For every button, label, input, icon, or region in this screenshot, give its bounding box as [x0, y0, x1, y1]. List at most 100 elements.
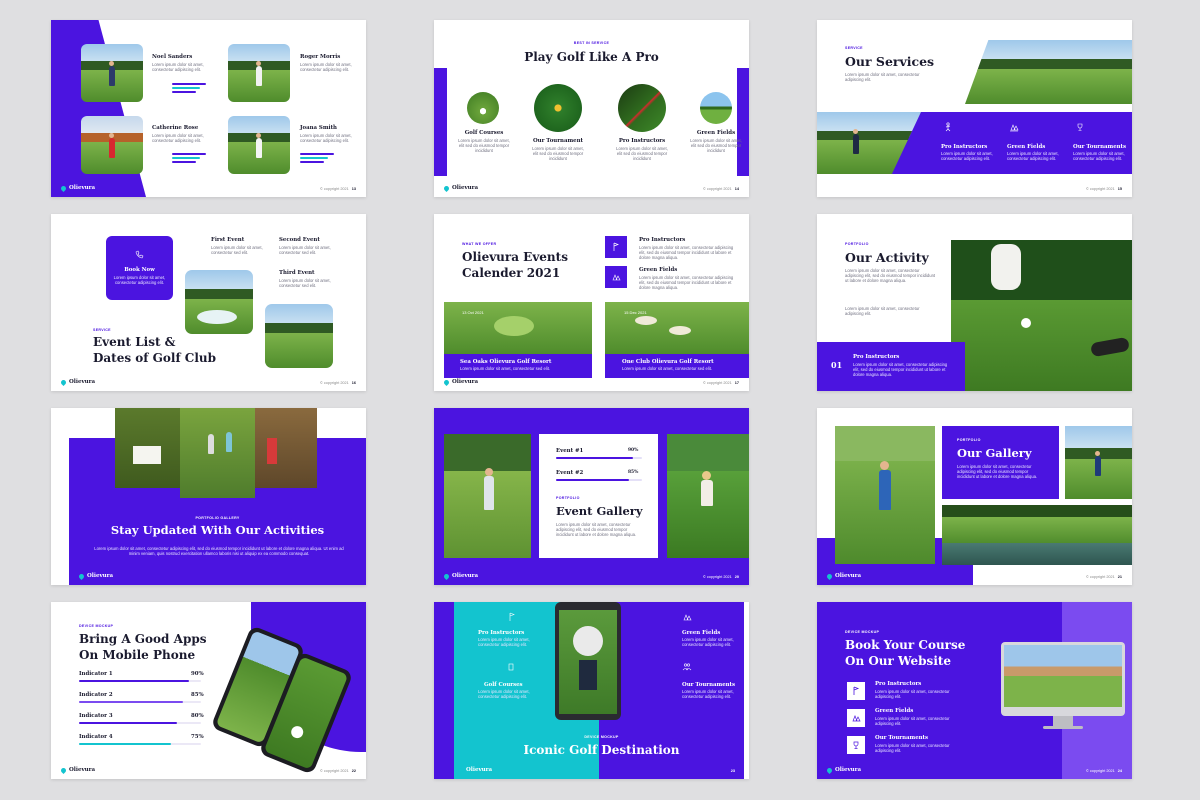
slide-title-line1: Olievura Events — [462, 250, 568, 264]
service-name: Pro Instructors — [941, 144, 988, 150]
progress-fill — [556, 479, 629, 481]
item-desc: Lorem ipsum dolor sit amet, elit sed do … — [616, 146, 668, 162]
slide-team[interactable]: Noel Sanders Lorem ipsum dolor sit amet,… — [51, 20, 366, 197]
photo-noel — [81, 44, 143, 102]
item-name: Green Fields — [682, 630, 721, 636]
item-desc: Lorem ipsum dolor sit amet, elit sed do … — [458, 138, 510, 154]
indicator-fill — [79, 722, 177, 724]
photo-fairway — [265, 304, 333, 368]
footer-copyright: © copyright 2021 15 — [1086, 187, 1122, 191]
skill-bar — [300, 157, 328, 159]
event-date: 13 Oct 2021 — [462, 310, 484, 315]
phone-icon — [133, 247, 147, 261]
slide-title-line2: Dates of Golf Club — [93, 351, 217, 365]
photo-catherine — [81, 116, 143, 174]
brand-logo: Olievura — [59, 378, 95, 386]
slide-book-course[interactable]: DEVICE MOCKUP Book Your Course On Our We… — [817, 602, 1132, 779]
indicator-name: Indicator 3 — [79, 713, 113, 719]
intro-text: Lorem ipsum dolor sit amet, consectetur … — [845, 72, 920, 83]
feature-name: Green Fields — [639, 267, 678, 273]
event-desc: Lorem ipsum dolor sit amet, consectetur … — [279, 245, 331, 256]
event-name: Second Event — [279, 237, 320, 243]
skill-bar — [172, 91, 196, 93]
indicator-fill — [79, 680, 189, 682]
event-date: 15 Dec 2021 — [624, 310, 647, 315]
section-label: PORTFOLIO — [957, 438, 981, 442]
photo-golf-club-ball — [951, 240, 1132, 391]
indicator-pct: 80% — [191, 713, 204, 719]
event-name: Third Event — [279, 270, 315, 276]
slide-title-line1: Book Your Course — [845, 638, 966, 652]
item-desc: Lorem ipsum dolor sit amet, elit sed do … — [690, 138, 742, 154]
slide-title-line2: On Our Website — [845, 654, 952, 668]
trees-icon — [680, 610, 694, 624]
slide-title-line1: Event List & — [93, 335, 176, 349]
book-now-desc: Lorem ipsum dolor sit amet, consectetur … — [113, 275, 166, 286]
trophy-icon — [1073, 120, 1087, 134]
section-label: DEVICE MOCKUP — [584, 735, 619, 739]
slide-title-line2: Calender 2021 — [462, 266, 561, 280]
photo-golfers — [180, 408, 255, 498]
skill-bar — [300, 161, 324, 163]
person-desc: Lorem ipsum dolor sit amet, consectetur … — [152, 62, 204, 73]
photo-course — [965, 40, 1132, 104]
skill-bar — [172, 87, 200, 89]
book-now-label: Book Now — [124, 267, 155, 273]
section-label: BEST IN SERVICE — [573, 41, 610, 45]
person-desc: Lorem ipsum dolor sit amet, consectetur … — [300, 62, 352, 73]
item-name: Pro Instructors — [853, 354, 900, 360]
footer-copyright: © copyright 2021 22 — [320, 769, 356, 773]
photo-putting — [444, 434, 531, 558]
slide-events-calendar[interactable]: WHAT WE OFFER Olievura Events Calender 2… — [434, 214, 749, 391]
photo-roger — [228, 44, 290, 102]
intro-text: Lorem ipsum dolor sit amet, consectetur … — [94, 546, 344, 557]
service-name: Green Fields — [1007, 144, 1046, 150]
slide-our-gallery[interactable]: PORTFOLIO Our Gallery Lorem ipsum dolor … — [817, 408, 1132, 585]
photo-instructors — [618, 84, 666, 132]
section-label: PORTFOLIO GALLERY — [195, 516, 240, 520]
slide-play-golf[interactable]: BEST IN SERVICE Play Golf Like A Pro Gol… — [434, 20, 749, 197]
intro-text: Lorem ipsum dolor sit amet, consectetur … — [556, 522, 637, 538]
slide-iconic-destination[interactable]: Pro Instructors Lorem ipsum dolor sit am… — [434, 602, 749, 779]
brand-logo: Olievura — [442, 378, 478, 386]
slide-mobile-apps[interactable]: DEVICE MOCKUP Bring A Good Apps On Mobil… — [51, 602, 366, 779]
golfer-icon — [609, 240, 623, 254]
person-desc: Lorem ipsum dolor sit amet, consectetur … — [152, 133, 204, 144]
intro-text: Lorem ipsum dolor sit amet, consectetur … — [845, 306, 920, 317]
skill-bar — [172, 157, 200, 159]
feature-desc: Lorem ipsum dolor sit amet, consectetur … — [639, 275, 734, 291]
slide-title-line2: On Mobile Phone — [79, 648, 196, 662]
footer-copyright: © copyright 2021 17 — [703, 381, 739, 385]
feature-name: Pro Instructors — [639, 237, 686, 243]
slide-title: Iconic Golf Destination — [523, 743, 680, 757]
intro-text: Lorem ipsum dolor sit amet, consectetur … — [845, 268, 936, 284]
section-label: DEVICE MOCKUP — [845, 630, 880, 634]
photo-golf-bags — [255, 408, 317, 488]
photo-course-pond — [185, 270, 253, 334]
slide-stay-updated[interactable]: PORTFOLIO GALLERY Stay Updated With Our … — [51, 408, 366, 585]
footer-copyright: © copyright 2021 21 — [1086, 575, 1122, 579]
trophy-icon — [849, 738, 863, 752]
event-desc: Lorem ipsum dolor sit amet, consectetur … — [279, 278, 331, 289]
photo-golf-cart — [115, 408, 180, 488]
slide-services[interactable]: SERVICE Our Services Lorem ipsum dolor s… — [817, 20, 1132, 197]
event-name: Event #2 — [556, 470, 584, 476]
feature-name: Our Tournaments — [875, 735, 929, 741]
event-card-desc: Lorem ipsum dolor sit amet, consectetur … — [460, 366, 551, 371]
event-pct: 90% — [628, 448, 639, 453]
section-label: PORTFOLIO — [845, 242, 869, 246]
slide-event-list[interactable]: Book Now Lorem ipsum dolor sit amet, con… — [51, 214, 366, 391]
brand-logo: Olievura — [456, 766, 492, 774]
slide-activity[interactable]: PORTFOLIO Our Activity Lorem ipsum dolor… — [817, 214, 1132, 391]
slide-event-gallery[interactable]: Event #1 90% Event #2 85% PORTFOLIO Even… — [434, 408, 749, 585]
section-label: WHAT WE OFFER — [462, 242, 497, 246]
item-desc: Lorem ipsum dolor sit amet, consectetur … — [478, 689, 530, 700]
item-desc: Lorem ipsum dolor sit amet, consectetur … — [853, 362, 948, 378]
indicator-name: Indicator 1 — [79, 671, 113, 677]
golfer-icon — [941, 120, 955, 134]
section-label: DEVICE MOCKUP — [79, 624, 114, 628]
golfer-icon — [849, 684, 863, 698]
photo-woman-golfer — [835, 426, 935, 564]
section-label: SERVICE — [93, 328, 111, 332]
feature-desc: Lorem ipsum dolor sit amet, consectetur … — [875, 743, 950, 754]
